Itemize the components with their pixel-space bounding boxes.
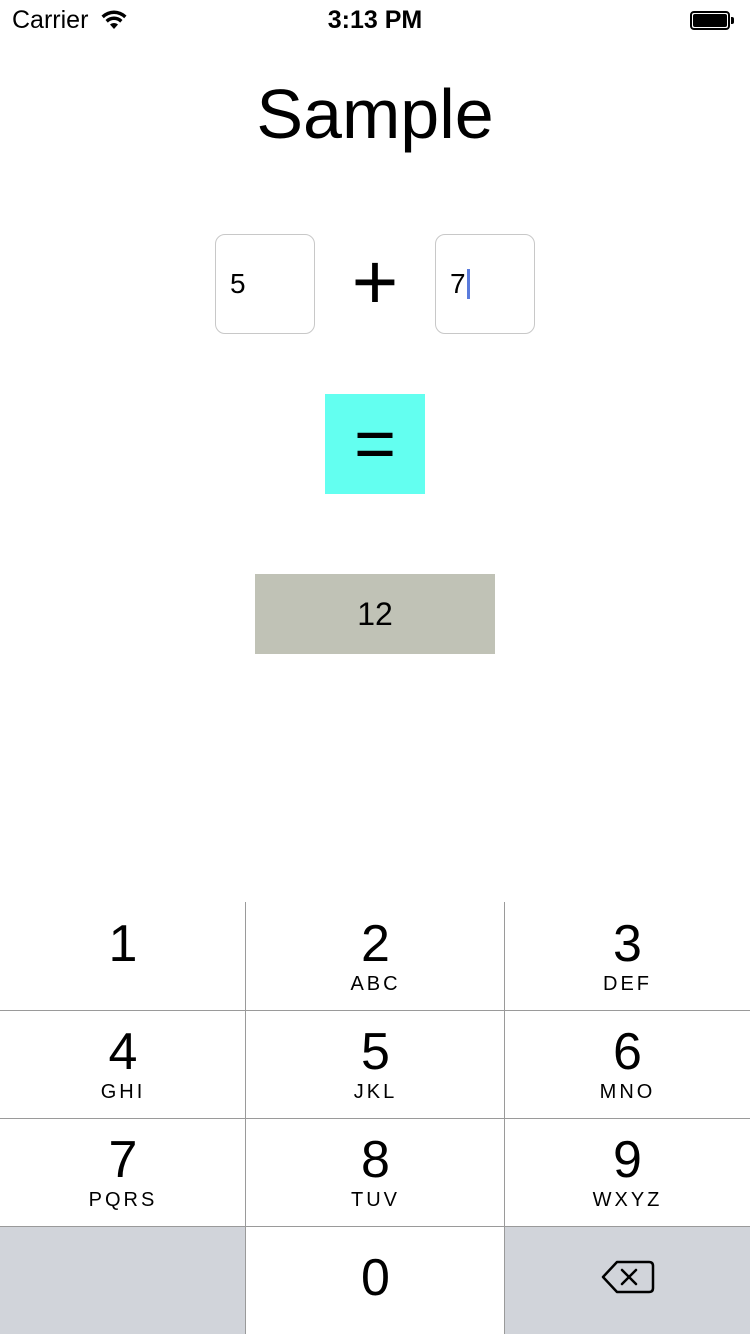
key-blank — [0, 1226, 246, 1334]
key-digit: 0 — [361, 1249, 390, 1307]
key-6[interactable]: 6 MNO — [505, 1010, 750, 1118]
key-3[interactable]: 3 DEF — [505, 902, 750, 1010]
key-digit: 8 — [361, 1131, 390, 1189]
keypad-divider — [504, 902, 505, 1334]
status-time: 3:13 PM — [327, 6, 423, 34]
key-digit: 2 — [361, 915, 390, 973]
battery-icon — [690, 11, 734, 30]
key-8[interactable]: 8 TUV — [246, 1118, 505, 1226]
key-2[interactable]: 2 ABC — [246, 902, 505, 1010]
key-digit: 9 — [613, 1131, 642, 1189]
key-4[interactable]: 4 GHI — [0, 1010, 246, 1118]
key-1[interactable]: 1 — [0, 902, 246, 1010]
text-caret — [466, 268, 470, 299]
operand-a-value: 5 — [230, 268, 246, 299]
key-5[interactable]: 5 JKL — [246, 1010, 505, 1118]
operand-b-value: 7 — [450, 268, 466, 299]
key-digit: 6 — [613, 1023, 642, 1081]
status-bar: Carrier 3:13 PM — [0, 0, 750, 40]
page-title: Sample — [256, 75, 494, 153]
key-letters: ABC — [350, 973, 401, 995]
key-digit: 3 — [613, 915, 642, 973]
keypad-divider — [0, 1118, 750, 1119]
key-0[interactable]: 0 — [246, 1226, 505, 1334]
key-digit: 1 — [108, 915, 138, 973]
key-letters: WXYZ — [592, 1189, 663, 1211]
result-label: 12 — [255, 574, 495, 654]
key-letters: JKL — [353, 1081, 398, 1103]
key-letters: MNO — [599, 1081, 656, 1103]
key-letters: GHI — [100, 1081, 146, 1103]
key-digit: 5 — [361, 1023, 390, 1081]
key-digit: 7 — [108, 1131, 138, 1189]
key-letters: PQRS — [88, 1189, 158, 1211]
operand-b-input[interactable]: 7 — [435, 234, 535, 334]
key-letters: TUV — [351, 1189, 400, 1211]
delete-key[interactable] — [505, 1226, 750, 1334]
key-digit: 4 — [108, 1023, 138, 1081]
operand-a-input[interactable]: 5 — [215, 234, 315, 334]
keypad-divider — [0, 1010, 750, 1011]
plus-operator: + — [351, 237, 399, 326]
key-letters: DEF — [603, 973, 652, 995]
keypad-divider — [0, 1226, 750, 1227]
equals-button[interactable]: = — [325, 394, 425, 494]
key-7[interactable]: 7 PQRS — [0, 1118, 246, 1226]
keypad-divider — [245, 902, 246, 1334]
backspace-icon — [601, 1260, 655, 1294]
key-9[interactable]: 9 WXYZ — [505, 1118, 750, 1226]
